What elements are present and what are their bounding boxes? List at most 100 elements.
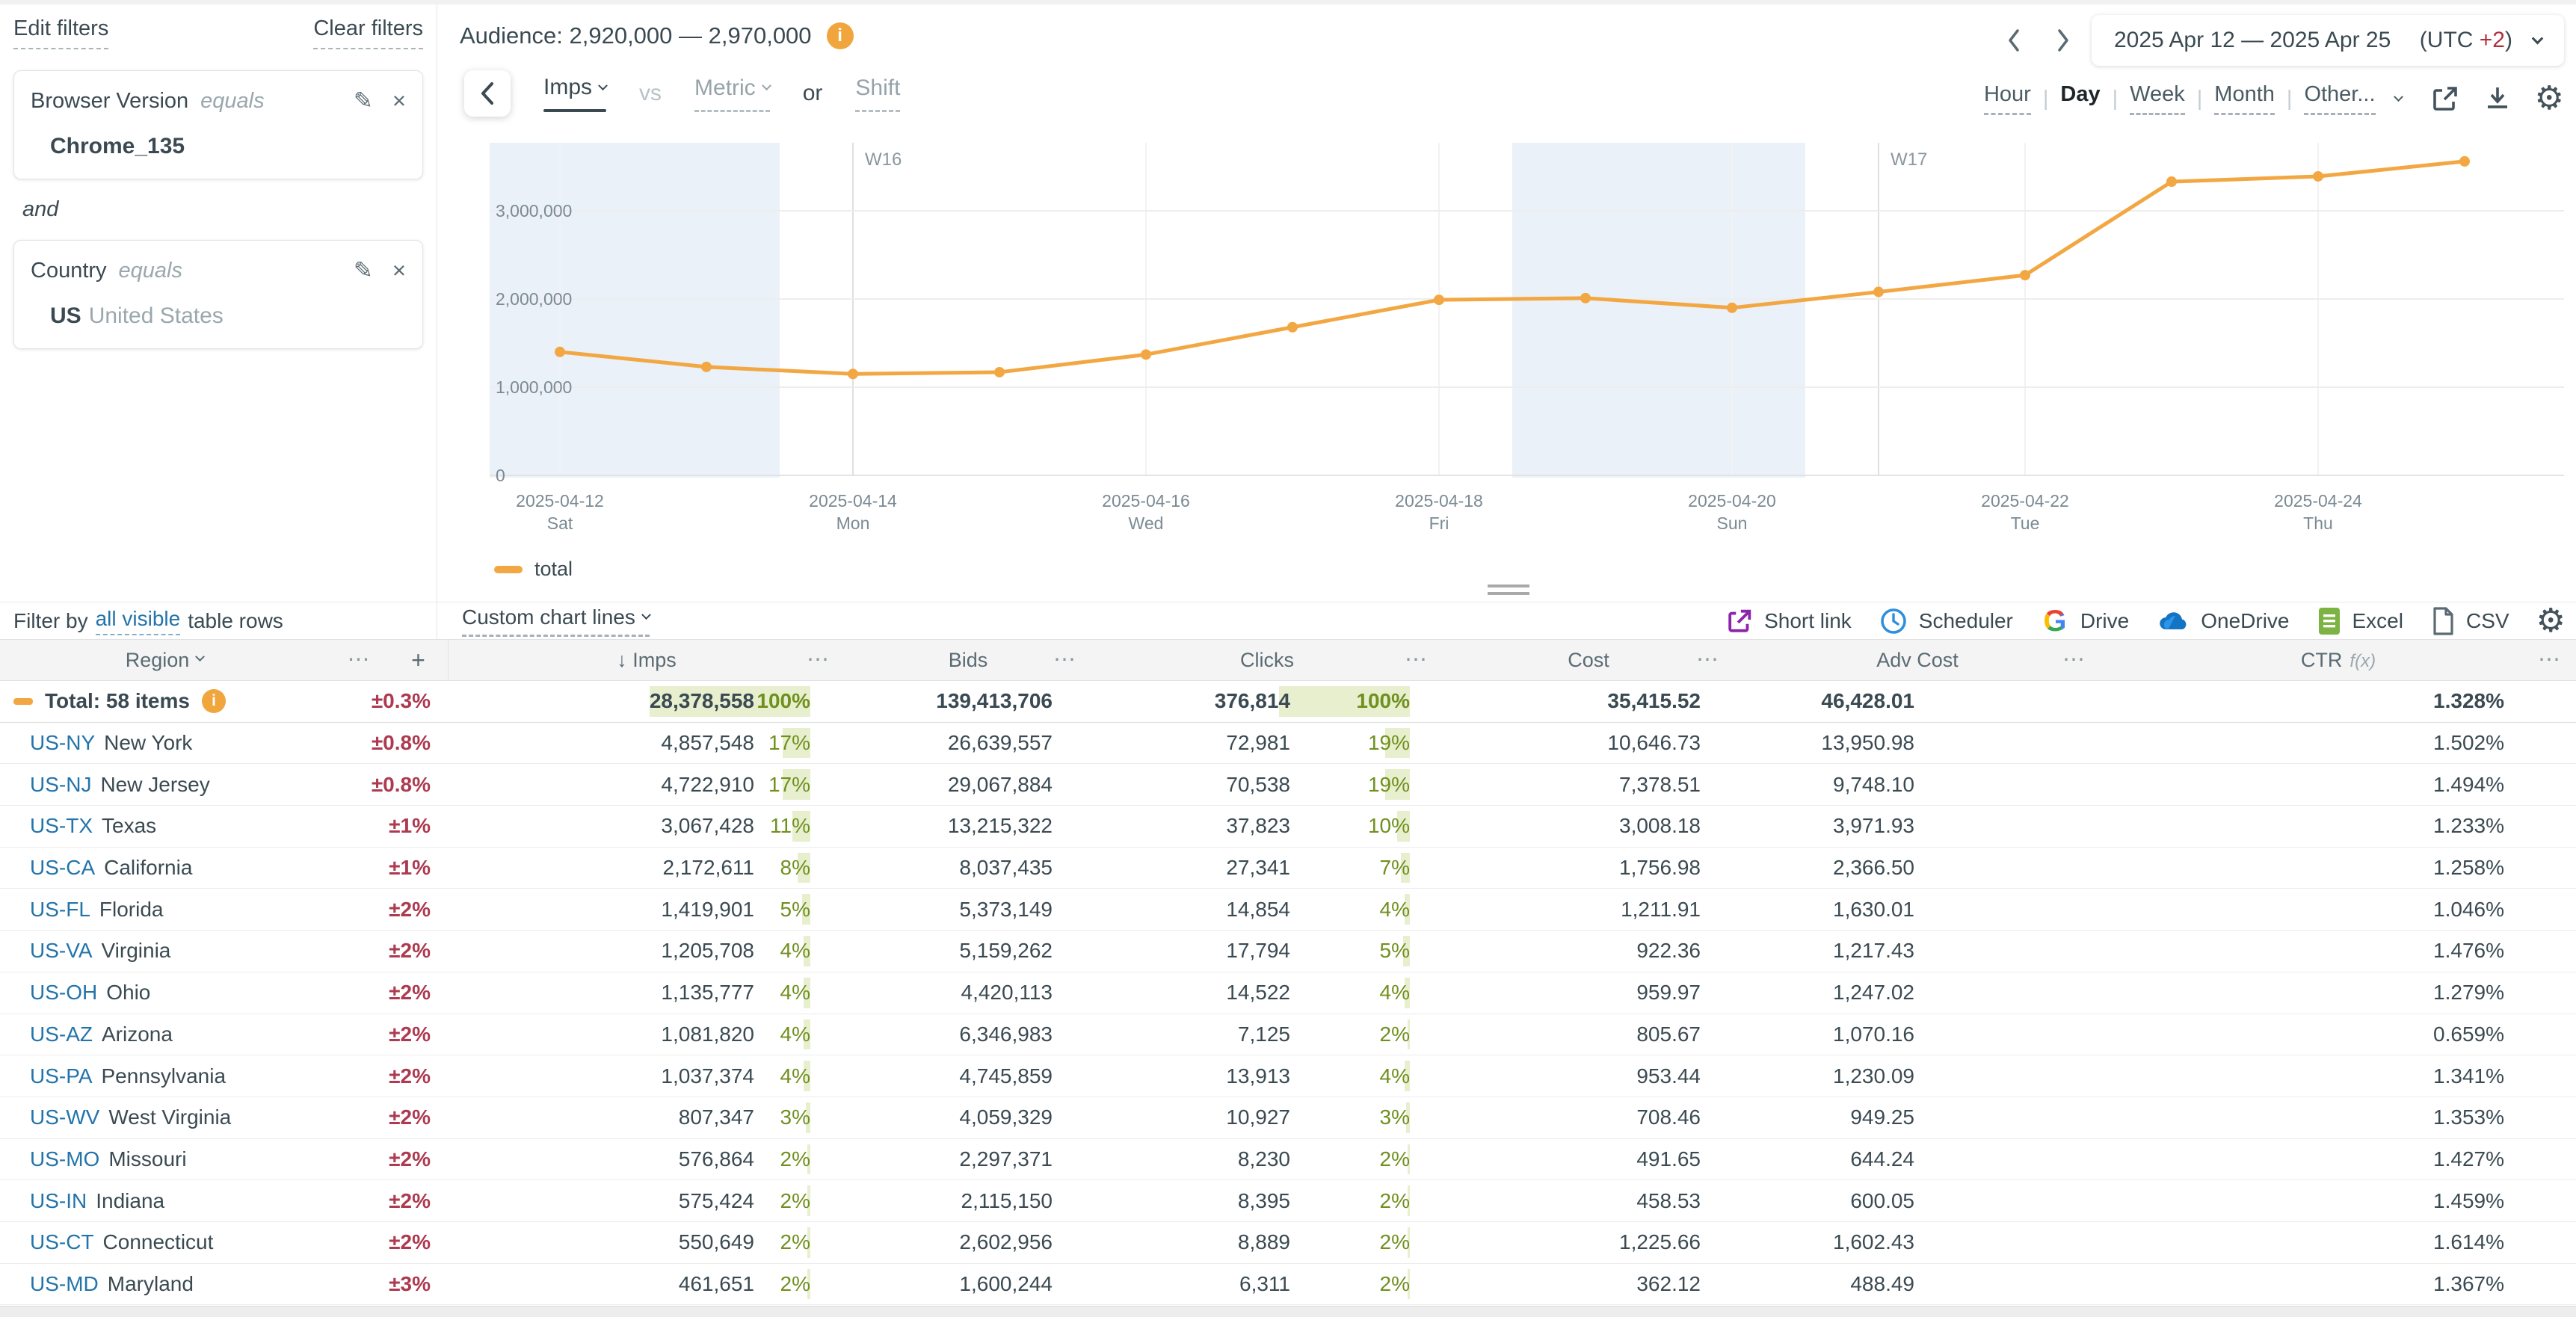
custom-chart-lines-dropdown[interactable]: Custom chart lines [462,605,650,637]
filter-by-prefix: Filter by [13,609,88,633]
region-code[interactable]: US-NJ [30,773,91,797]
delta-value: ±2% [329,1064,449,1088]
open-in-new-icon[interactable] [2430,84,2460,114]
adv-cost-column-menu[interactable]: ⋯ [2062,656,2086,664]
table-row[interactable]: US-PA Pennsylvania ±2% 1,037,374 4% 4,74… [0,1055,2576,1097]
region-code[interactable]: US-CA [30,856,95,880]
remove-filter-icon[interactable]: × [392,87,406,114]
clicks-column-menu[interactable]: ⋯ [1405,656,1428,664]
table-body: US-NY New York ±0.8% 4,857,548 17% 26,63… [0,723,2576,1306]
column-header-imps[interactable]: ↓ Imps ⋯ [449,640,845,680]
granularity-hour[interactable]: Hour [1984,82,2031,115]
region-code[interactable]: US-NY [30,731,95,755]
clear-filters-button[interactable]: Clear filters [313,16,423,49]
table-row[interactable]: US-FL Florida ±2% 1,419,901 5% 5,373,149… [0,889,2576,931]
table-row[interactable]: US-NY New York ±0.8% 4,857,548 17% 26,63… [0,723,2576,765]
region-code[interactable]: US-AZ [30,1023,93,1046]
drive-button[interactable]: G Drive [2040,606,2129,636]
csv-button[interactable]: CSV [2430,606,2509,636]
info-icon[interactable]: i [827,22,854,49]
column-header-region[interactable]: Region [0,640,329,680]
ctr-value: 1.367% [2101,1272,2576,1296]
region-code[interactable]: US-MD [30,1272,99,1296]
table-total-row[interactable]: Total: 58 items i ±0.3% 28,378,558 100% … [0,681,2576,723]
region-code[interactable]: US-OH [30,981,97,1005]
region-column-menu[interactable]: ⋯ [348,656,371,664]
region-code[interactable]: US-MO [30,1147,99,1171]
imps-pct: 17% [754,773,810,797]
column-header-ctr[interactable]: CTRf(x) ⋯ [2101,640,2576,680]
primary-metric-dropdown[interactable]: Imps [543,75,606,112]
column-header-bids[interactable]: Bids ⋯ [845,640,1091,680]
table-row[interactable]: US-IN Indiana ±2% 575,424 2% 2,115,150 8… [0,1180,2576,1222]
ctr-value: 1.614% [2101,1230,2576,1254]
download-icon[interactable] [2483,84,2512,114]
bids-value: 2,115,150 [845,1189,1091,1213]
shift-toggle[interactable]: Shift [855,75,900,112]
region-code[interactable]: US-IN [30,1189,87,1213]
cost-value: 362.12 [1443,1272,1734,1296]
table-row[interactable]: US-WV West Virginia ±2% 807,347 3% 4,059… [0,1097,2576,1139]
scheduler-button[interactable]: Scheduler [1879,606,2013,636]
bids-value: 6,346,983 [845,1023,1091,1046]
or-label: or [803,81,823,106]
remove-filter-icon[interactable]: × [392,257,406,284]
svg-text:Fri: Fri [1429,513,1449,533]
edit-filters-button[interactable]: Edit filters [13,16,108,49]
column-header-clicks[interactable]: Clicks ⋯ [1091,640,1443,680]
resize-handle[interactable] [1488,585,1529,595]
short-link-button[interactable]: Short link [1725,607,1852,635]
onedrive-button[interactable]: OneDrive [2156,606,2289,636]
excel-button[interactable]: Excel [2317,606,2403,636]
chevron-down-icon [641,610,651,620]
column-header-adv-cost[interactable]: Adv Cost ⋯ [1734,640,2101,680]
prev-period-button[interactable] [1993,19,2035,61]
column-header-cost[interactable]: Cost ⋯ [1443,640,1734,680]
onedrive-cloud-icon [2156,606,2190,636]
ctr-value: 0.659% [2101,1023,2576,1046]
next-period-button[interactable] [2042,19,2084,61]
add-column-button[interactable]: + [411,647,425,674]
google-drive-icon: G [2040,606,2070,636]
region-code[interactable]: US-TX [30,814,93,838]
collapse-panel-button[interactable] [464,70,511,117]
granularity-week[interactable]: Week [2130,82,2185,115]
region-code[interactable]: US-PA [30,1064,93,1088]
table-row[interactable]: US-MO Missouri ±2% 576,864 2% 2,297,371 … [0,1139,2576,1181]
ctr-value: 1.427% [2101,1147,2576,1171]
date-range-picker[interactable]: 2025 Apr 12 — 2025 Apr 25 (UTC +2) [2092,15,2564,66]
time-series-chart[interactable]: W16W1701,000,0002,000,0003,000,0002025-0… [437,128,2576,614]
filter-conjunction: and [22,197,423,222]
table-settings-gear[interactable]: ⚙ [2536,602,2566,640]
granularity-day[interactable]: Day [2060,82,2100,115]
table-row[interactable]: US-CT Connecticut ±2% 550,649 2% 2,602,9… [0,1222,2576,1264]
edit-filter-icon[interactable]: ✎ [354,257,373,284]
region-code[interactable]: US-WV [30,1105,99,1129]
region-code[interactable]: US-CT [30,1230,94,1254]
region-name: New York [104,731,192,755]
info-icon[interactable]: i [202,689,226,713]
granularity-month[interactable]: Month [2214,82,2275,115]
edit-filter-icon[interactable]: ✎ [354,87,373,114]
region-code[interactable]: US-FL [30,898,90,922]
ctr-value: 1.233% [2101,814,2576,838]
clicks-pct: 2% [1290,1147,1410,1171]
ctr-column-menu[interactable]: ⋯ [2538,656,2561,664]
granularity-other[interactable]: Other... [2304,82,2375,115]
bids-column-menu[interactable]: ⋯ [1053,656,1076,664]
table-row[interactable]: US-VA Virginia ±2% 1,205,708 4% 5,159,26… [0,931,2576,972]
imps-value: 550,649 [679,1230,754,1254]
cost-column-menu[interactable]: ⋯ [1696,656,1719,664]
table-row[interactable]: US-NJ New Jersey ±0.8% 4,722,910 17% 29,… [0,764,2576,806]
bids-value: 26,639,557 [845,731,1091,755]
region-code[interactable]: US-VA [30,939,93,963]
table-row[interactable]: US-AZ Arizona ±2% 1,081,820 4% 6,346,983… [0,1014,2576,1056]
table-row[interactable]: US-CA California ±1% 2,172,611 8% 8,037,… [0,848,2576,889]
imps-column-menu[interactable]: ⋯ [807,656,830,664]
table-row[interactable]: US-MD Maryland ±3% 461,651 2% 1,600,244 … [0,1264,2576,1306]
filter-by-scope-link[interactable]: all visible [96,607,181,635]
table-row[interactable]: US-OH Ohio ±2% 1,135,777 4% 4,420,113 14… [0,972,2576,1014]
table-row[interactable]: US-TX Texas ±1% 3,067,428 11% 13,215,322… [0,806,2576,848]
gear-icon[interactable]: ⚙ [2535,84,2564,114]
compare-metric-dropdown[interactable]: Metric [694,75,770,112]
